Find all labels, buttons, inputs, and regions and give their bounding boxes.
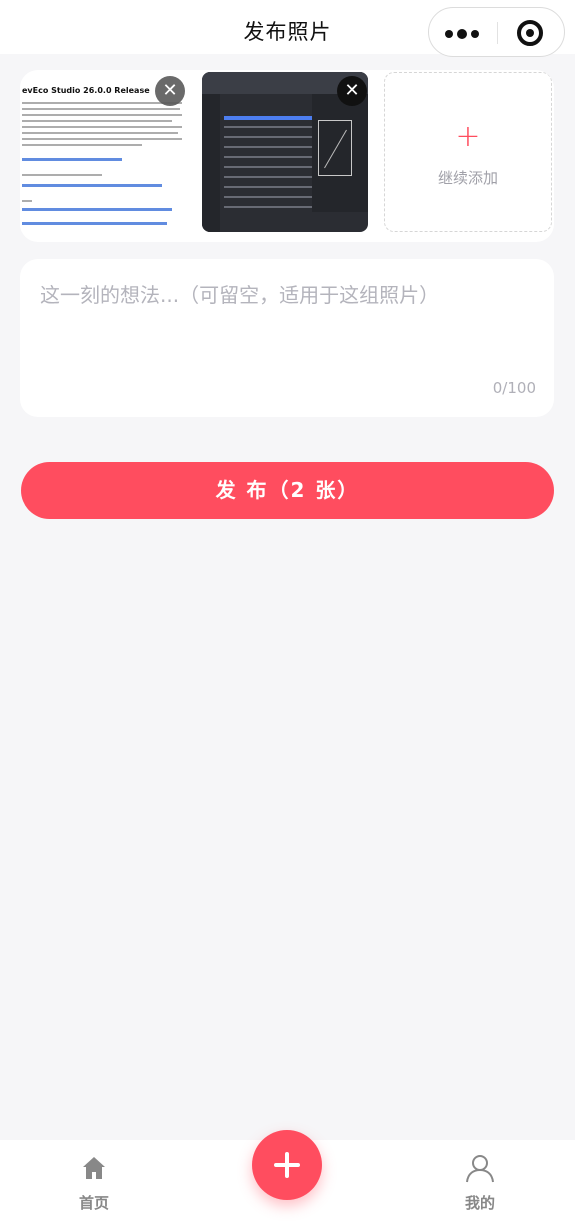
ui-row bbox=[224, 126, 312, 128]
doc-line bbox=[22, 108, 180, 110]
ui-row bbox=[224, 186, 312, 188]
remove-photo-1-button[interactable]: ✕ bbox=[155, 76, 185, 106]
ui-row bbox=[224, 166, 312, 168]
ui-row bbox=[224, 176, 312, 178]
caption-card: 0/100 bbox=[20, 259, 554, 417]
doc-line bbox=[22, 200, 32, 202]
capsule-divider bbox=[497, 22, 498, 44]
publish-photo-page: 发布照片 evEco Studio 26.0.0 Release ✕ ✕ + 继… bbox=[0, 0, 575, 1221]
doc-line bbox=[22, 138, 182, 140]
tab-home[interactable]: 首页 bbox=[44, 1152, 144, 1214]
user-icon bbox=[466, 1155, 494, 1183]
plus-icon: + bbox=[455, 119, 481, 154]
doc-line bbox=[22, 102, 182, 104]
doc-title-text: evEco Studio 26.0.0 Release bbox=[22, 86, 150, 95]
doc-link bbox=[22, 222, 167, 225]
ui-row bbox=[224, 156, 312, 158]
doc-line bbox=[22, 144, 142, 146]
tab-mine-label: 我的 bbox=[464, 1194, 495, 1212]
publish-button[interactable]: 发 布（2 张） bbox=[21, 462, 554, 519]
tab-home-label: 首页 bbox=[78, 1194, 109, 1212]
doc-line bbox=[22, 114, 182, 116]
target-circle-icon[interactable] bbox=[517, 20, 543, 46]
tab-mine[interactable]: 我的 bbox=[430, 1152, 530, 1214]
doc-line bbox=[22, 120, 172, 122]
home-icon bbox=[83, 1157, 105, 1179]
ui-preview-panel bbox=[318, 120, 352, 176]
doc-link bbox=[22, 184, 162, 187]
fab-add-button[interactable] bbox=[252, 1130, 322, 1200]
doc-link bbox=[22, 158, 122, 161]
doc-line bbox=[22, 174, 102, 176]
navbar: 发布照片 bbox=[0, 0, 575, 57]
close-icon: ✕ bbox=[344, 80, 360, 101]
ui-row bbox=[224, 146, 312, 148]
ui-row bbox=[224, 116, 312, 120]
ui-row bbox=[224, 136, 312, 138]
doc-line bbox=[22, 126, 182, 128]
miniprogram-capsule bbox=[428, 7, 565, 57]
doc-link bbox=[22, 208, 172, 211]
more-dots-icon[interactable] bbox=[445, 29, 481, 39]
add-photo-label: 继续添加 bbox=[437, 169, 498, 187]
doc-line bbox=[22, 132, 178, 134]
remove-photo-2-button[interactable]: ✕ bbox=[337, 76, 367, 106]
ui-row bbox=[224, 196, 312, 198]
close-icon: ✕ bbox=[162, 80, 178, 101]
ui-sidebar bbox=[202, 94, 220, 232]
char-counter: 0/100 bbox=[492, 379, 536, 397]
ui-row bbox=[224, 206, 312, 208]
photo-grid: evEco Studio 26.0.0 Release ✕ ✕ + 继续添加 bbox=[20, 70, 554, 242]
add-photo-tile[interactable]: + 继续添加 bbox=[384, 72, 552, 232]
caption-input[interactable] bbox=[40, 279, 534, 379]
